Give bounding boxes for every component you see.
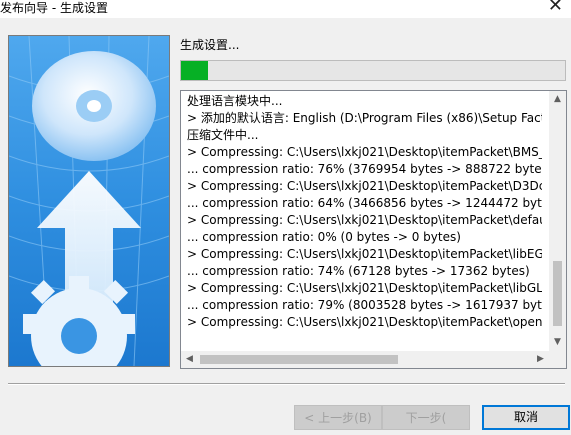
progress-fill bbox=[181, 61, 208, 80]
scroll-right-icon[interactable]: ▶ bbox=[532, 351, 549, 368]
scroll-up-icon[interactable]: ▲ bbox=[549, 91, 566, 108]
log-line: > Compressing: C:\Users\lxkj021\Desktop\… bbox=[187, 247, 542, 261]
log-line: > Compressing: C:\Users\lxkj021\Desktop\… bbox=[187, 179, 542, 193]
scroll-down-icon[interactable]: ▼ bbox=[549, 334, 566, 351]
log-lines: 处理语言模块中... > 添加的默认语言: English (D:\Program… bbox=[187, 93, 542, 340]
close-icon[interactable]: ✕ bbox=[548, 0, 563, 16]
scroll-left-icon[interactable]: ◀ bbox=[181, 351, 198, 368]
log-line: > Compressing: C:\Users\lxkj021\Desktop\… bbox=[187, 315, 542, 329]
log-line: ... compression ratio: 64% (3466856 byte… bbox=[187, 196, 542, 210]
window-title: 发布向导 - 生成设置 bbox=[0, 1, 108, 15]
separator bbox=[8, 383, 565, 385]
log-line: 处理语言模块中... bbox=[187, 94, 283, 108]
log-line: > Compressing: C:\Users\lxkj021\Desktop\… bbox=[187, 145, 542, 159]
scrollbar-corner bbox=[549, 351, 566, 368]
log-line: > 添加的默认语言: English (D:\Program Files (x8… bbox=[187, 111, 542, 125]
title-bar: 发布向导 - 生成设置 ✕ bbox=[0, 0, 571, 18]
wizard-banner-image bbox=[8, 35, 170, 367]
horizontal-scroll-thumb[interactable] bbox=[200, 355, 398, 364]
vertical-scrollbar[interactable]: ▲ ▼ bbox=[549, 91, 566, 351]
log-line: > Compressing: C:\Users\lxkj021\Desktop\… bbox=[187, 213, 542, 227]
horizontal-scrollbar[interactable]: ◀ ▶ bbox=[181, 351, 549, 368]
log-line: ... compression ratio: 79% (8003528 byte… bbox=[187, 298, 542, 312]
status-label: 生成设置... bbox=[180, 38, 240, 52]
log-line: 压缩文件中... bbox=[187, 128, 259, 142]
next-button[interactable]: 下一步( bbox=[382, 405, 470, 430]
cancel-button[interactable]: 取消 bbox=[482, 405, 570, 430]
log-listbox[interactable]: 处理语言模块中... > 添加的默认语言: English (D:\Program… bbox=[180, 90, 567, 369]
progress-bar bbox=[180, 60, 566, 81]
log-line: ... compression ratio: 0% (0 bytes -> 0 … bbox=[187, 230, 461, 244]
log-line: ... compression ratio: 74% (67128 bytes … bbox=[187, 264, 530, 278]
back-button[interactable]: < 上一步(B) bbox=[294, 405, 382, 430]
log-line: ... compression ratio: 76% (3769954 byte… bbox=[187, 162, 542, 176]
log-line: > Compressing: C:\Users\lxkj021\Desktop\… bbox=[187, 281, 542, 295]
vertical-scroll-thumb[interactable] bbox=[553, 261, 562, 326]
